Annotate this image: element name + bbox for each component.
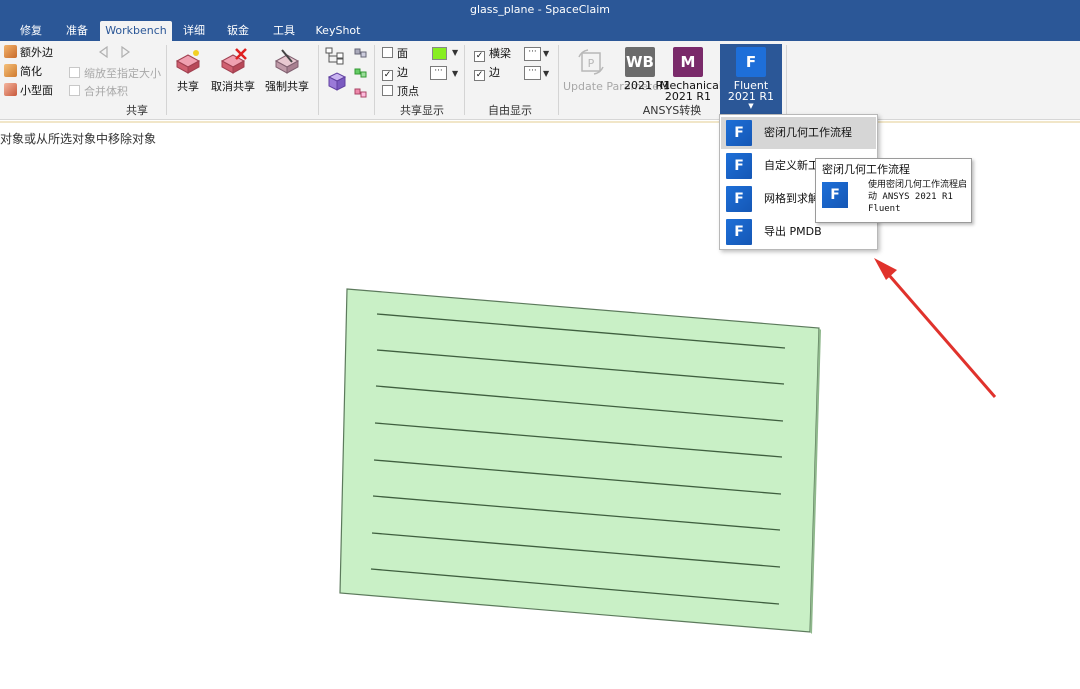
menu-item-label: 网格到求解 bbox=[764, 192, 819, 205]
tooltip-title: 密闭几何工作流程 bbox=[822, 163, 910, 176]
glass-plane-body[interactable] bbox=[339, 288, 821, 634]
fluent-icon: F bbox=[726, 153, 752, 179]
fluent-icon: F bbox=[726, 219, 752, 245]
spaceclaim-window: glass_plane - SpaceClaim 修复 准备 Workbench… bbox=[0, 0, 1080, 689]
menu-item-watertight-workflow[interactable]: F 密闭几何工作流程 bbox=[721, 117, 876, 149]
fluent-icon: F bbox=[822, 182, 848, 208]
fluent-icon: F bbox=[726, 186, 752, 212]
watertight-workflow-tooltip: 密闭几何工作流程 F 使用密闭几何工作流程启动 ANSYS 2021 R1 Fl… bbox=[815, 158, 972, 223]
menu-item-label: 自定义新工 bbox=[764, 159, 819, 172]
tooltip-description: 使用密闭几何工作流程启动 ANSYS 2021 R1 Fluent bbox=[868, 180, 968, 214]
menu-item-label: 密闭几何工作流程 bbox=[764, 126, 852, 139]
menu-item-label: 导出 PMDB bbox=[764, 225, 822, 238]
annotation-arrow bbox=[874, 258, 997, 398]
fluent-icon: F bbox=[726, 120, 752, 146]
design-canvas[interactable] bbox=[0, 0, 1080, 689]
